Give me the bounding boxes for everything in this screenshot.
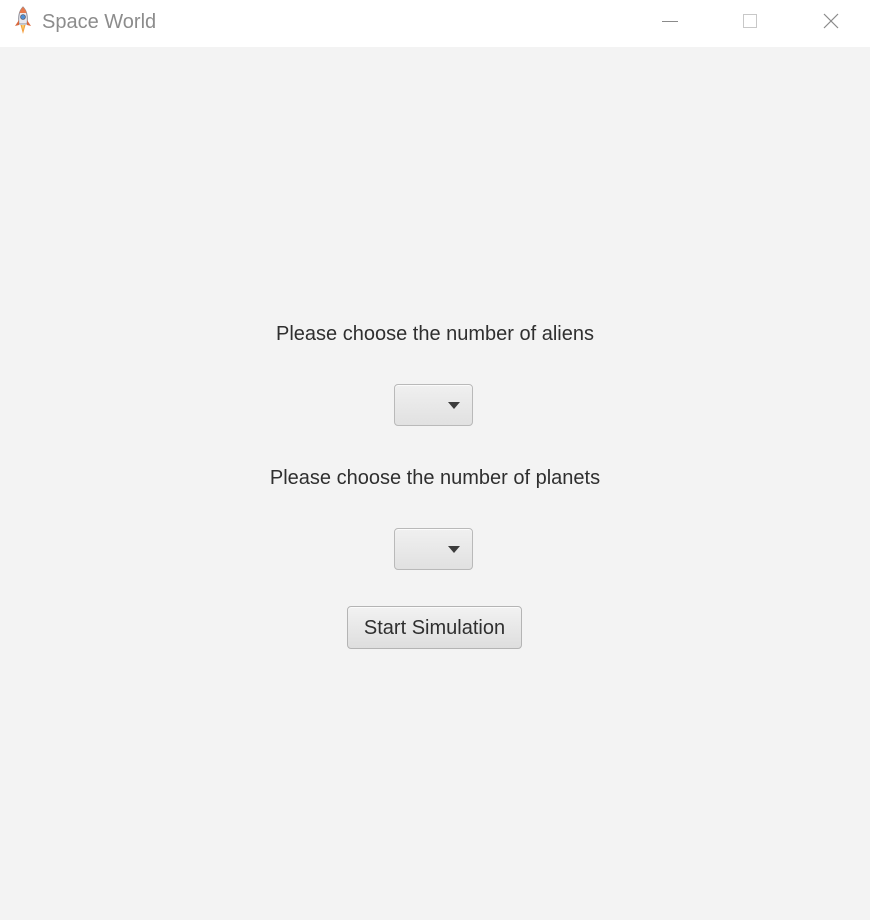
close-icon xyxy=(823,13,839,29)
minimize-button[interactable] xyxy=(645,0,695,42)
main-content: Please choose the number of aliens Pleas… xyxy=(0,47,870,920)
close-button[interactable] xyxy=(806,0,856,42)
minimize-icon xyxy=(662,21,678,22)
planets-combobox[interactable] xyxy=(394,528,473,570)
aliens-combobox[interactable] xyxy=(394,384,473,426)
chevron-down-icon xyxy=(448,402,460,409)
window-title: Space World xyxy=(42,11,157,33)
maximize-icon xyxy=(743,14,757,28)
app-window: Space World Please choose the number of … xyxy=(0,0,870,920)
rocket-icon xyxy=(12,6,34,36)
planets-label: Please choose the number of planets xyxy=(269,467,601,489)
title-bar[interactable]: Space World xyxy=(0,0,870,47)
start-simulation-button[interactable]: Start Simulation xyxy=(347,606,522,649)
maximize-button[interactable] xyxy=(725,0,775,42)
aliens-label: Please choose the number of aliens xyxy=(276,323,594,345)
chevron-down-icon xyxy=(448,546,460,553)
